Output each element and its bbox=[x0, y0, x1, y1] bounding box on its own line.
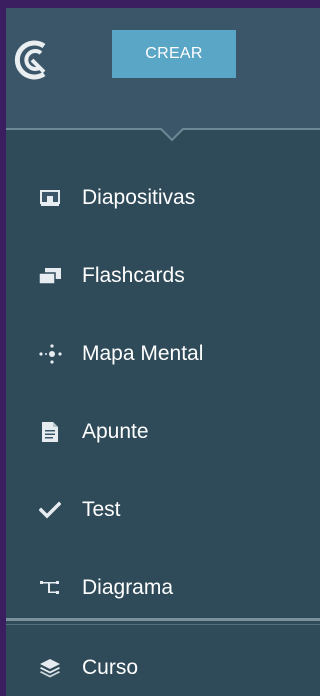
mind-map-icon bbox=[38, 342, 62, 366]
menu-item-label: Mapa Mental bbox=[82, 342, 204, 365]
menu-item-test[interactable]: Test bbox=[6, 480, 320, 540]
menu-item-diapositivas[interactable]: Diapositivas bbox=[6, 168, 320, 228]
menu-item-mapa-mental[interactable]: Mapa Mental bbox=[6, 324, 320, 384]
menu-item-label: Diagrama bbox=[82, 576, 174, 599]
note-icon bbox=[38, 420, 62, 444]
create-button[interactable]: CREAR bbox=[112, 30, 236, 78]
menu-item-label: Flashcards bbox=[82, 264, 185, 287]
course-stack-icon bbox=[38, 656, 62, 680]
menu-item-label: Apunte bbox=[82, 420, 149, 443]
menu-item-label: Curso bbox=[82, 656, 139, 679]
flashcards-icon bbox=[38, 264, 62, 288]
create-menu: Diapositivas Flashcards Mapa Mental Apun… bbox=[6, 130, 320, 696]
checkmark-icon bbox=[38, 498, 62, 522]
menu-divider bbox=[6, 618, 320, 621]
create-panel: CREAR Diapositivas Flashcards Mapa Menta… bbox=[6, 8, 320, 696]
menu-item-flashcards[interactable]: Flashcards bbox=[6, 246, 320, 306]
menu-divider-shadow bbox=[6, 624, 320, 625]
app-frame: CREAR Diapositivas Flashcards Mapa Menta… bbox=[0, 0, 320, 696]
menu-item-label: Test bbox=[82, 498, 121, 521]
menu-item-label: Diapositivas bbox=[82, 186, 196, 209]
menu-item-apunte[interactable]: Apunte bbox=[6, 402, 320, 462]
menu-item-curso[interactable]: Curso bbox=[6, 638, 320, 696]
menu-item-diagrama[interactable]: Diagrama bbox=[6, 558, 320, 618]
diagram-icon bbox=[38, 576, 62, 600]
panel-header: CREAR bbox=[6, 8, 320, 130]
brand-logo[interactable] bbox=[10, 36, 58, 84]
slides-icon bbox=[38, 186, 62, 210]
dropdown-notch bbox=[160, 128, 184, 142]
